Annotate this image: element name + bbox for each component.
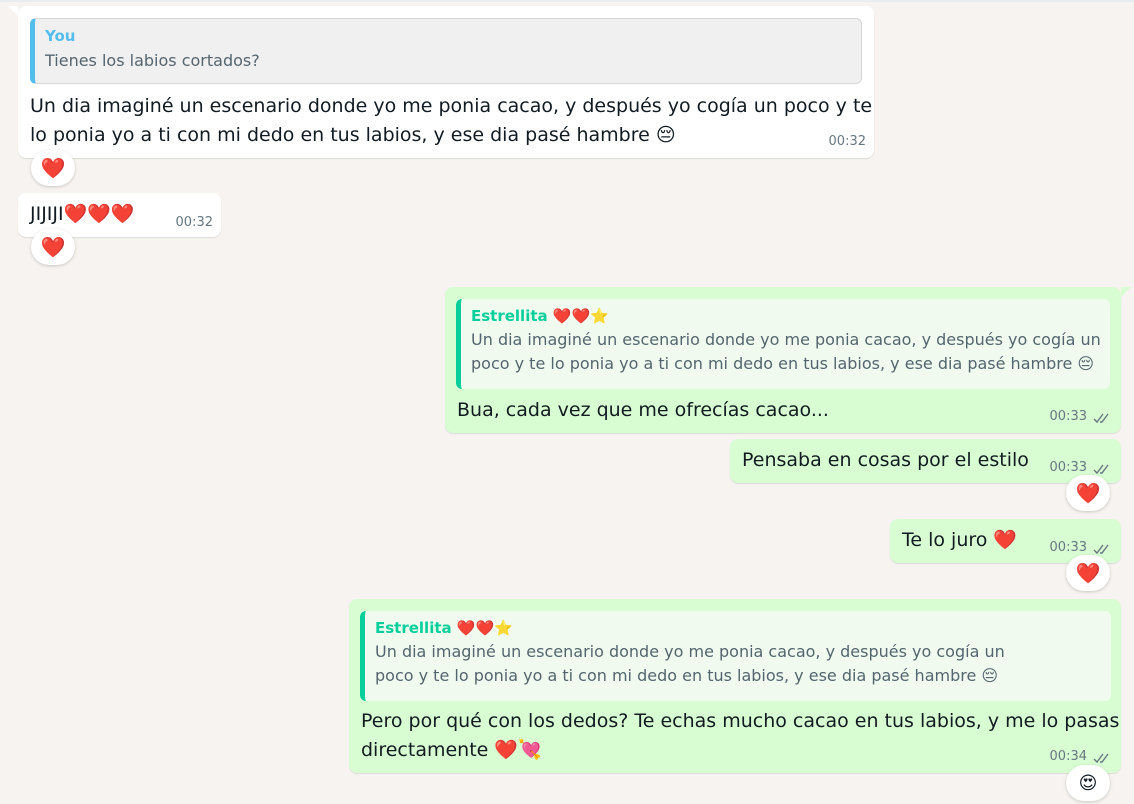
quoted-text-line: Un dia imaginé un escenario donde yo me …: [375, 642, 1005, 661]
quoted-text-line: Un dia imaginé un escenario donde yo me …: [471, 330, 1101, 349]
reaction-badge[interactable]: ❤️: [1066, 475, 1110, 511]
message-bubble-outgoing[interactable]: Pensaba en cosas por el estilo 00:33: [730, 439, 1121, 483]
message-text-line: directamente ❤️💘: [361, 739, 542, 761]
heart-reaction-icon: ❤️: [1075, 481, 1101, 505]
message-timestamp: 00:33: [1049, 409, 1087, 424]
bubble-tail: [8, 6, 18, 16]
message-text: Te lo juro ❤️: [902, 529, 1018, 551]
read-double-check-icon: [1093, 753, 1109, 764]
heart-reaction-icon: ❤️: [40, 235, 66, 259]
quoted-author: You: [45, 27, 76, 45]
quoted-message[interactable]: Estrellita ❤️❤️⭐ Un dia imaginé un escen…: [456, 299, 1110, 389]
reaction-badge[interactable]: ❤️: [31, 150, 75, 186]
quoted-text: Tienes los labios cortados?: [45, 51, 260, 70]
message-text-line: Pero por qué con los dedos? Te echas muc…: [361, 710, 1120, 732]
message-text-line: Un dia imaginé un escenario donde yo me …: [30, 95, 873, 117]
message-text: Bua, cada vez que me ofrecías cacao...: [457, 399, 829, 421]
quoted-author: Estrellita ❤️❤️⭐: [471, 307, 609, 325]
message-timestamp: 00:33: [1049, 540, 1087, 555]
read-double-check-icon: [1093, 413, 1109, 424]
quoted-message[interactable]: You Tienes los labios cortados?: [30, 18, 862, 84]
message-timestamp: 00:32: [828, 134, 866, 149]
read-double-check-icon: [1093, 544, 1109, 555]
read-double-check-icon: [1093, 464, 1109, 475]
quoted-text-line: poco y te lo ponia yo a ti con mi dedo e…: [375, 666, 999, 685]
reaction-badge[interactable]: ❤️: [1066, 555, 1110, 591]
reaction-badge[interactable]: ❤️: [31, 229, 75, 265]
heart-eyes-reaction-icon: 😍: [1078, 772, 1098, 794]
heart-reaction-icon: ❤️: [1075, 561, 1101, 585]
reaction-badge[interactable]: 😍: [1066, 765, 1110, 801]
message-bubble-outgoing[interactable]: Estrellita ❤️❤️⭐ Un dia imaginé un escen…: [349, 599, 1121, 773]
message-text-line: lo ponia yo a ti con mi dedo en tus labi…: [30, 124, 676, 146]
bubble-tail: [1121, 287, 1131, 297]
message-bubble-incoming[interactable]: You Tienes los labios cortados? Un dia i…: [18, 6, 874, 158]
message-text: Pensaba en cosas por el estilo: [742, 449, 1029, 471]
chat-top-divider: [0, 0, 1134, 2]
message-bubble-outgoing[interactable]: Estrellita ❤️❤️⭐ Un dia imaginé un escen…: [445, 287, 1121, 433]
quoted-message[interactable]: Estrellita ❤️❤️⭐ Un dia imaginé un escen…: [360, 611, 1111, 701]
message-timestamp: 00:32: [175, 215, 213, 230]
quoted-author: Estrellita ❤️❤️⭐: [375, 619, 513, 637]
message-timestamp: 00:34: [1049, 749, 1087, 764]
message-timestamp: 00:33: [1049, 460, 1087, 475]
message-text: JIJIJI❤️❤️❤️: [30, 203, 135, 225]
heart-reaction-icon: ❤️: [40, 156, 66, 180]
quoted-text-line: poco y te lo ponia yo a ti con mi dedo e…: [471, 354, 1095, 373]
